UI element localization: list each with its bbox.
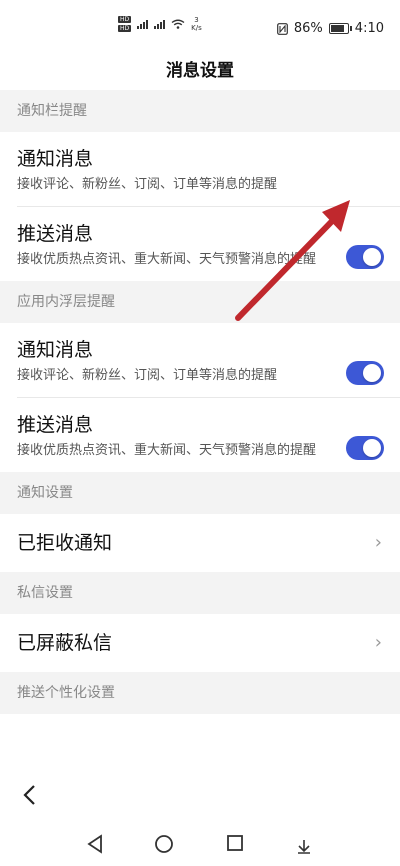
hd-badges: HD HD — [118, 16, 132, 32]
row-description: 接收优质热点资讯、重大新闻、天气预警消息的提醒 — [17, 252, 317, 267]
clock: 4:10 — [354, 21, 384, 36]
signal-icon-1 — [137, 19, 149, 29]
section-header-notification-settings: 通知设置 — [0, 472, 400, 514]
row-description: 接收评论、新粉丝、订阅、订单等消息的提醒 — [17, 177, 278, 192]
home-circle-icon[interactable] — [154, 834, 174, 854]
in-app-push-toggle[interactable] — [346, 436, 384, 460]
in-app-push-row: 推送消息 接收优质热点资讯、重大新闻、天气预警消息的提醒 — [0, 398, 400, 472]
battery-percent: 86% — [293, 21, 323, 36]
row-title: 通知消息 — [17, 148, 94, 170]
battery-icon — [328, 23, 352, 34]
row-title: 推送消息 — [17, 414, 94, 436]
in-app-notify-row: 通知消息 接收评论、新粉丝、订阅、订单等消息的提醒 — [0, 323, 400, 397]
row-title: 通知消息 — [17, 339, 94, 361]
link-label: 已屏蔽私信 — [17, 632, 113, 654]
status-right: 86% 4:10 — [276, 21, 384, 36]
row-title: 推送消息 — [17, 223, 94, 245]
section-header-private-message: 私信设置 — [0, 572, 400, 614]
nfc-icon — [276, 22, 288, 35]
network-speed: 3 K/s — [191, 16, 202, 32]
toggle-knob — [363, 439, 381, 457]
recents-square-icon[interactable] — [226, 834, 244, 852]
blocked-messages-link[interactable]: 已屏蔽私信 › — [0, 614, 400, 672]
row-description: 接收优质热点资讯、重大新闻、天气预警消息的提醒 — [17, 443, 317, 458]
chevron-right-icon: › — [374, 632, 382, 653]
link-label: 已拒收通知 — [17, 532, 113, 554]
in-app-notify-toggle[interactable] — [346, 361, 384, 385]
signal-icon-2 — [154, 19, 166, 29]
keyboard-down-icon[interactable] — [296, 838, 312, 854]
status-indicators: HD HD 3 K/s — [118, 16, 202, 32]
hd-badge-1: HD — [118, 16, 132, 23]
back-triangle-icon[interactable] — [86, 834, 104, 854]
chevron-left-icon[interactable] — [22, 784, 36, 811]
section-header-notification-bar: 通知栏提醒 — [0, 90, 400, 132]
notification-bar-notify-row: 通知消息 接收评论、新粉丝、订阅、订单等消息的提醒 — [0, 132, 400, 234]
hd-badge-2: HD — [118, 25, 132, 32]
status-bar: HD HD 3 K/s 86% 4:10 — [0, 0, 400, 56]
system-nav-bar — [0, 822, 400, 866]
toggle-knob — [363, 364, 381, 382]
toggle-knob — [363, 248, 381, 266]
bottom-nav — [0, 774, 400, 822]
settings-list: 通知栏提醒 通知消息 接收评论、新粉丝、订阅、订单等消息的提醒 推送消息 接收优… — [0, 90, 400, 714]
rejected-notifications-link[interactable]: 已拒收通知 › — [0, 514, 400, 572]
section-header-personalized-push: 推送个性化设置 — [0, 672, 400, 714]
page-title: 消息设置 — [166, 61, 234, 81]
section-header-in-app-float: 应用内浮层提醒 — [0, 281, 400, 323]
notification-bar-push-toggle[interactable] — [346, 245, 384, 269]
notification-bar-push-row: 推送消息 接收优质热点资讯、重大新闻、天气预警消息的提醒 — [0, 207, 400, 281]
row-description: 接收评论、新粉丝、订阅、订单等消息的提醒 — [17, 368, 278, 383]
chevron-right-icon: › — [374, 532, 382, 553]
wifi-icon — [171, 19, 185, 29]
